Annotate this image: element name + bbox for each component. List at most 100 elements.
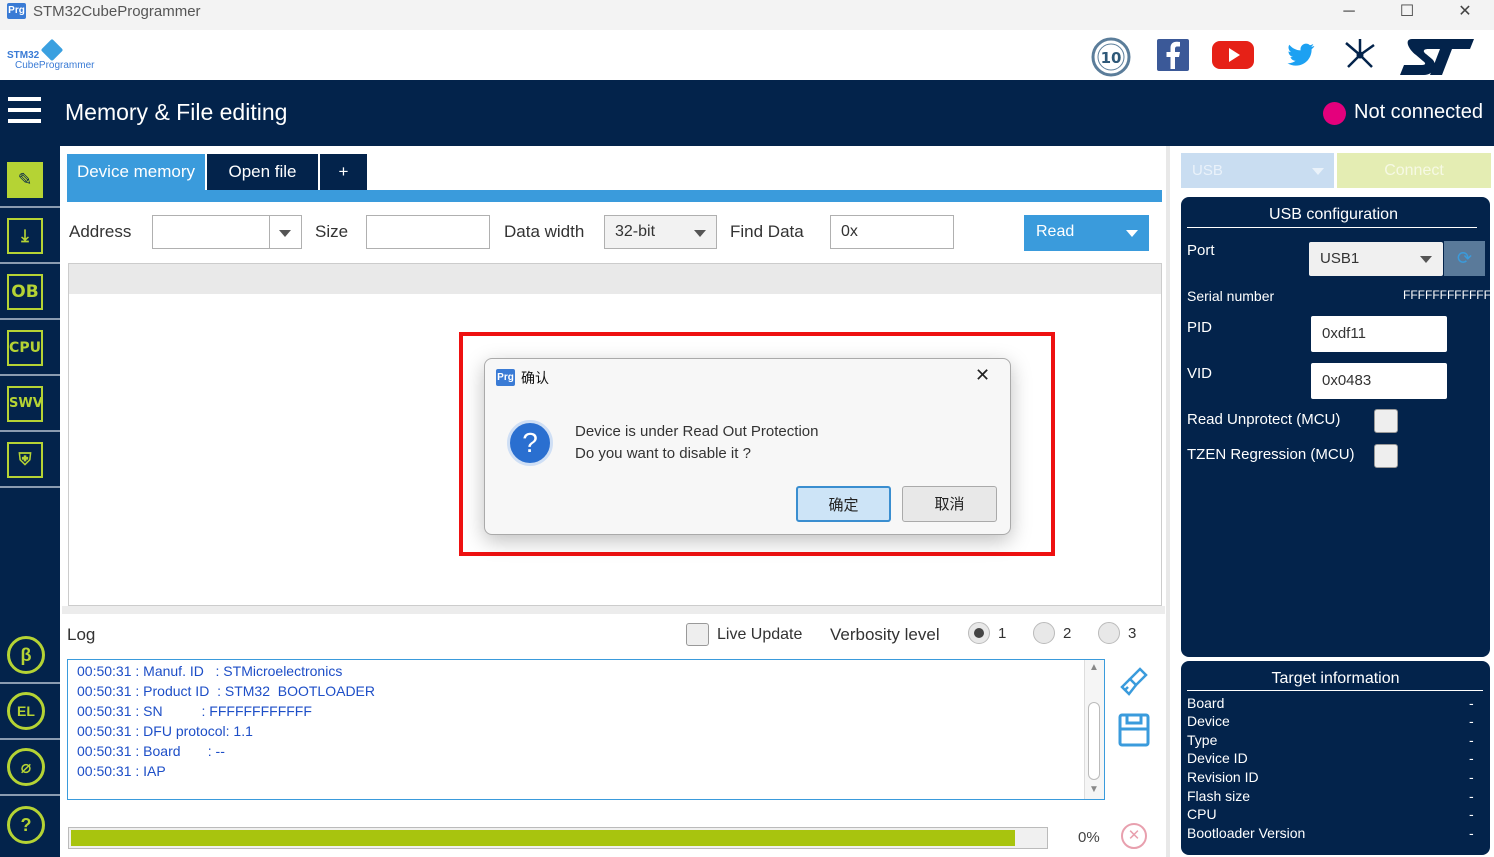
nav-swv[interactable]: SWV — [0, 378, 60, 432]
address-combo[interactable] — [152, 215, 302, 249]
serial-number-value: FFFFFFFFFFFF — [1403, 288, 1491, 302]
maximize-button[interactable]: ☐ — [1378, 0, 1436, 30]
el-icon[interactable]: EL — [7, 692, 45, 730]
tab-add[interactable]: + — [320, 154, 367, 190]
scroll-up-icon[interactable]: ▲ — [1089, 662, 1099, 673]
plugin-icon[interactable]: ⌀ — [7, 748, 45, 786]
page-title: Memory & File editing — [65, 99, 288, 125]
scrollbar-thumb[interactable] — [1088, 702, 1100, 780]
scroll-down-icon[interactable]: ▼ — [1089, 784, 1099, 795]
dialog-close-icon[interactable]: ✕ — [975, 365, 990, 386]
save-log-icon[interactable] — [1118, 713, 1150, 752]
log-output[interactable]: 00:50:31 : Manuf. ID : STMicroelectronic… — [67, 659, 1105, 800]
data-width-select[interactable]: 32-bit — [604, 215, 717, 249]
size-input[interactable] — [366, 215, 490, 249]
logo-cubeprogrammer: CubeProgrammer — [15, 60, 95, 71]
read-button[interactable]: Read — [1024, 215, 1149, 251]
verbosity-option-1: 1 — [998, 625, 1007, 642]
pid-label: PID — [1187, 319, 1213, 336]
cancel-button[interactable]: 取消 — [902, 486, 997, 522]
youtube-icon[interactable] — [1211, 37, 1254, 73]
port-value: USB1 — [1320, 250, 1360, 267]
ob-icon: OB — [7, 274, 43, 310]
beta-icon[interactable]: β — [7, 636, 45, 674]
nav-divider — [0, 794, 60, 796]
panel-title-line — [1187, 690, 1483, 691]
progress-fill — [71, 830, 1015, 846]
nav-divider — [0, 682, 60, 684]
nav-security[interactable]: ⛨ — [0, 434, 60, 488]
target-row-label: Type — [1187, 732, 1218, 748]
brand-bar: STM32 CubeProgrammer 10 — [0, 30, 1494, 80]
anniversary-text: 10 — [1101, 49, 1122, 67]
ok-button[interactable]: 确定 — [796, 486, 891, 522]
connection-status: Not connected — [1354, 101, 1483, 123]
memory-view-header — [69, 264, 1161, 294]
status-indicator-icon — [1323, 102, 1346, 125]
help-icon[interactable]: ? — [7, 806, 45, 844]
st-logo-icon[interactable] — [1398, 37, 1478, 75]
live-update-label: Live Update — [717, 626, 803, 643]
nav-cpu[interactable]: CPU — [0, 322, 60, 376]
read-unprotect-label: Read Unprotect (MCU) — [1187, 411, 1341, 428]
verbosity-option-3: 3 — [1128, 625, 1137, 642]
read-unprotect-checkbox[interactable] — [1374, 409, 1398, 433]
refresh-icon[interactable]: ⟳ — [1444, 241, 1485, 276]
target-row-value: - — [1469, 695, 1474, 711]
tzen-regression-checkbox[interactable] — [1374, 444, 1398, 468]
log-scrollbar[interactable]: ▲ ▼ — [1084, 660, 1104, 799]
nav-memory-editing[interactable]: ✎ — [0, 154, 60, 208]
verbosity-label: Verbosity level — [830, 625, 940, 644]
chevron-down-icon[interactable] — [1126, 230, 1138, 237]
twitter-icon[interactable] — [1282, 37, 1322, 73]
log-line: 00:50:31 : Product ID : STM32 BOOTLOADER — [77, 683, 376, 699]
progress-text: 0% — [1078, 829, 1100, 846]
hamburger-menu-icon[interactable] — [8, 97, 42, 125]
memory-edit-icon: ✎ — [7, 162, 43, 198]
cancel-progress-icon[interactable]: ✕ — [1121, 823, 1147, 849]
port-select[interactable]: USB1 — [1309, 242, 1443, 276]
target-row-label: Flash size — [1187, 788, 1251, 804]
nav-divider — [0, 738, 60, 740]
target-row-label: Device ID — [1187, 750, 1248, 766]
read-button-label: Read — [1036, 223, 1075, 240]
vid-label: VID — [1187, 365, 1213, 382]
minimize-button[interactable]: ─ — [1320, 0, 1378, 30]
find-data-input[interactable]: 0x — [830, 215, 954, 249]
chevron-down-icon — [694, 230, 706, 237]
window-titlebar: Prg STM32CubeProgrammer ─ ☐ ✕ — [0, 0, 1494, 30]
connect-button[interactable]: Connect — [1337, 153, 1491, 188]
tab-underline — [67, 190, 1162, 202]
target-row-label: Revision ID — [1187, 769, 1259, 785]
target-row-value: - — [1469, 713, 1474, 729]
anniversary-10-icon[interactable]: 10 — [1091, 37, 1131, 77]
swv-icon: SWV — [7, 386, 43, 422]
security-shield-icon: ⛨ — [7, 442, 43, 478]
splitter[interactable] — [62, 606, 1165, 614]
tab-device-memory[interactable]: Device memory — [67, 154, 205, 190]
address-label: Address — [69, 222, 132, 241]
facebook-icon[interactable] — [1155, 37, 1195, 73]
close-button[interactable]: ✕ — [1436, 0, 1494, 30]
vid-input[interactable]: 0x0483 — [1311, 363, 1447, 399]
confirm-dialog: Prg 确认 ✕ ? Device is under Read Out Prot… — [484, 358, 1011, 535]
verbosity-radio-3[interactable] — [1098, 622, 1120, 644]
target-row-value: - — [1469, 788, 1474, 804]
verbosity-radio-2[interactable] — [1033, 622, 1055, 644]
target-row-value: - — [1469, 769, 1474, 785]
verbosity-radio-1[interactable] — [968, 622, 990, 644]
nav-option-bytes[interactable]: OB — [0, 266, 60, 320]
pid-input[interactable]: 0xdf11 — [1311, 316, 1447, 352]
chevron-down-icon — [1420, 256, 1432, 263]
interface-select[interactable]: USB — [1181, 153, 1334, 188]
tab-open-file[interactable]: Open file — [207, 154, 318, 190]
chevron-down-icon[interactable] — [279, 230, 291, 237]
network-icon[interactable] — [1340, 37, 1380, 73]
usb-config-panel: USB configuration Port USB1 ⟳ Serial num… — [1181, 197, 1491, 657]
size-label: Size — [315, 222, 349, 241]
clear-log-icon[interactable] — [1118, 666, 1150, 703]
target-row-value: - — [1469, 806, 1474, 822]
live-update-checkbox[interactable] — [686, 623, 709, 646]
nav-erasing-programming[interactable]: ⤓ — [0, 210, 60, 264]
progress-bar — [68, 827, 1048, 849]
